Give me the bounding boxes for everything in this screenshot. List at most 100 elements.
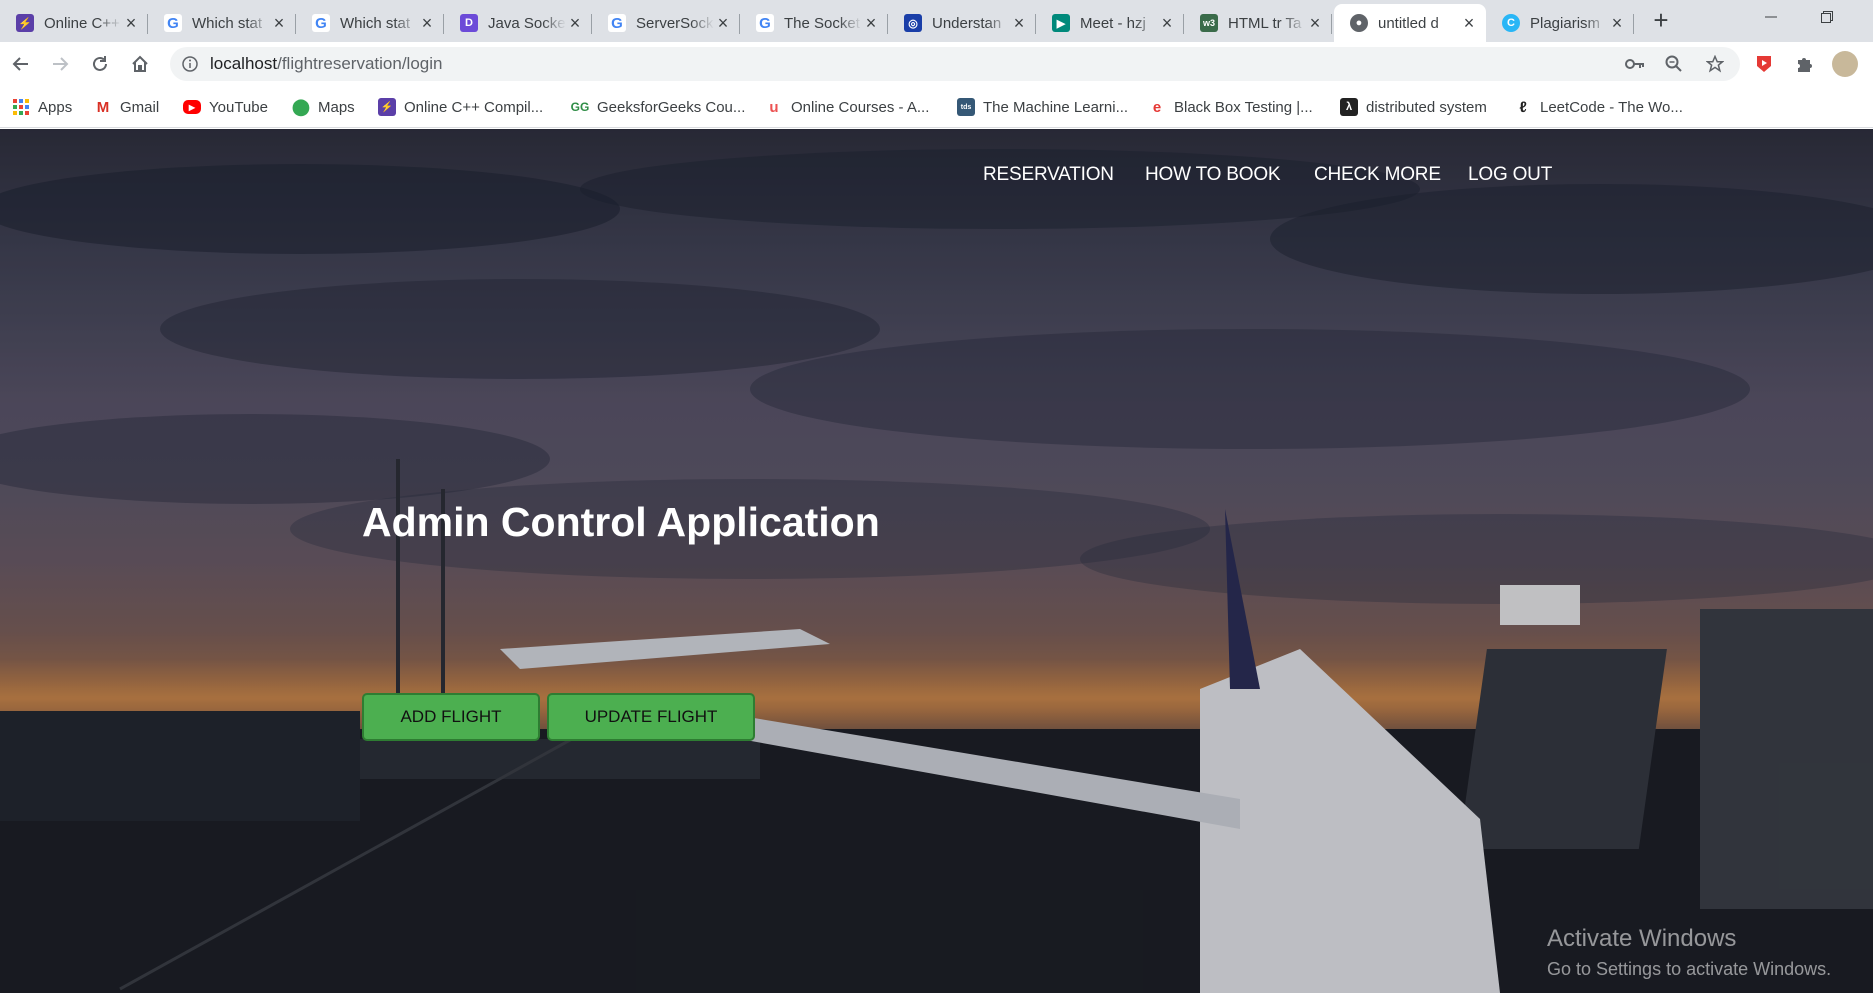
tab-title: Plagiarism (1530, 14, 1601, 32)
globe-icon: ● (1350, 14, 1368, 32)
d-logo-icon: D (460, 14, 478, 32)
browser-toolbar: localhost/flightreservation/login (0, 42, 1873, 87)
tab-title: HTML tr Ta (1228, 14, 1302, 32)
bookmark-label: LeetCode - The Wo... (1540, 98, 1683, 116)
browser-tab[interactable]: w3 HTML tr Ta × (1184, 4, 1332, 42)
extensions-puzzle-icon[interactable] (1793, 52, 1817, 76)
star-icon[interactable] (1705, 54, 1725, 74)
close-icon[interactable]: × (1010, 14, 1028, 32)
bookmark-label: The Machine Learni... (983, 98, 1129, 116)
bookmark-item[interactable]: Apps (12, 97, 72, 117)
close-icon[interactable]: × (1306, 14, 1324, 32)
close-icon[interactable]: × (1158, 14, 1176, 32)
browser-tab-active[interactable]: ● untitled d × (1334, 4, 1486, 42)
google-g-icon: G (608, 14, 626, 32)
bookmark-label: GeeksforGeeks Cou... (597, 98, 746, 116)
tds-icon: tds (957, 98, 975, 116)
tab-title: The Socket (784, 14, 860, 32)
back-button[interactable] (6, 49, 36, 79)
home-icon (132, 55, 148, 72)
browser-tab[interactable]: G ServerSock × (592, 4, 740, 42)
nav-reservation-link[interactable]: RESERVATION (983, 164, 1114, 186)
url-text[interactable]: localhost/flightreservation/login (210, 47, 442, 81)
youtube-icon: ▶ (183, 100, 201, 114)
key-icon[interactable] (1625, 54, 1645, 74)
restore-button[interactable] (1799, 0, 1855, 38)
target-icon: ◎ (904, 14, 922, 32)
bookmark-item[interactable]: M Gmail (94, 97, 159, 117)
update-flight-button[interactable]: UPDATE FLIGHT (547, 693, 755, 741)
leetcode-icon: ℓ (1514, 98, 1532, 116)
extension-shield-icon[interactable] (1752, 52, 1776, 76)
bookmark-item[interactable]: ▶ YouTube (183, 97, 268, 117)
close-icon[interactable]: × (714, 14, 732, 32)
new-tab-button[interactable]: + (1647, 6, 1675, 34)
close-icon[interactable]: × (122, 14, 140, 32)
close-icon[interactable]: × (1460, 14, 1478, 32)
close-icon[interactable]: × (1608, 14, 1626, 32)
tab-title: Which stat (192, 14, 263, 32)
browser-tab[interactable]: C Plagiarism × (1486, 4, 1634, 42)
bookmark-label: Gmail (120, 98, 160, 116)
bookmark-label: Black Box Testing |... (1174, 98, 1313, 116)
browser-tab[interactable]: ▶ Meet - hzj × (1036, 4, 1184, 42)
tab-title: Meet - hzj (1080, 14, 1146, 32)
address-bar[interactable]: localhost/flightreservation/login (170, 47, 1740, 81)
apps-grid-icon (12, 98, 30, 116)
page-title: Admin Control Application (362, 499, 880, 545)
close-icon[interactable]: × (566, 14, 584, 32)
info-icon[interactable] (180, 54, 200, 74)
bookmark-label: YouTube (209, 98, 268, 116)
activate-windows-subtitle: Go to Settings to activate Windows. (1547, 959, 1832, 979)
gfg-icon: GG (570, 98, 590, 116)
gmail-icon: M (94, 98, 112, 116)
home-button[interactable] (125, 49, 155, 79)
browser-tab[interactable]: D Java Socket × (444, 4, 592, 42)
bookmark-item[interactable]: e Black Box Testing |... (1148, 97, 1313, 117)
profile-avatar[interactable] (1832, 51, 1858, 77)
browser-tab[interactable]: ⚡ Online C++ × (0, 4, 148, 42)
tab-title: Understan (932, 14, 1002, 32)
browser-tab[interactable]: G Which stat × (296, 4, 444, 42)
reload-button[interactable] (85, 49, 115, 79)
nav-check-more-link[interactable]: CHECK MORE (1314, 164, 1441, 186)
bookmark-item[interactable]: u Online Courses - A... (765, 97, 929, 117)
nav-how-to-book-link[interactable]: HOW TO BOOK (1145, 164, 1281, 186)
zoom-icon[interactable] (1664, 54, 1684, 74)
close-icon[interactable]: × (862, 14, 880, 32)
tab-title: Which stat (340, 14, 411, 32)
arrow-right-icon (53, 57, 69, 71)
maps-pin-icon: ⬤ (292, 98, 310, 116)
hero-section: RESERVATION HOW TO BOOK CHECK MORE LOG O… (0, 129, 1873, 993)
bookmark-item[interactable]: ⬤ Maps (292, 97, 355, 117)
bookmark-item[interactable]: ℓ LeetCode - The Wo... (1514, 97, 1683, 117)
lightning-icon: ⚡ (16, 14, 34, 32)
browser-tab[interactable]: G Which stat × (148, 4, 296, 42)
bookmarks-bar: Apps M Gmail ▶ YouTube ⬤ Maps ⚡ Online C… (0, 87, 1873, 128)
reload-icon (93, 56, 107, 71)
add-flight-button[interactable]: ADD FLIGHT (362, 693, 540, 741)
lightning-icon: ⚡ (378, 98, 396, 116)
activate-windows-title: Activate Windows (1547, 925, 1737, 952)
close-icon[interactable]: × (418, 14, 436, 32)
forward-button[interactable] (45, 49, 75, 79)
bookmark-label: Apps (38, 98, 73, 116)
bookmark-item[interactable]: tds The Machine Learni... (957, 97, 1128, 117)
url-host: localhost (210, 54, 278, 73)
browser-tab[interactable]: G The Socket × (740, 4, 888, 42)
minimize-icon (1765, 16, 1777, 18)
nav-logout-link[interactable]: LOG OUT (1468, 164, 1552, 186)
bookmark-item[interactable]: GG GeeksforGeeks Cou... (571, 97, 745, 117)
tab-title: untitled d (1378, 14, 1439, 32)
browser-tab[interactable]: ◎ Understan × (888, 4, 1036, 42)
bookmark-item[interactable]: λ distributed system (1340, 97, 1487, 117)
tab-title: Java Socket (488, 14, 566, 32)
bookmark-label: Online Courses - A... (791, 98, 930, 116)
w3-icon: w3 (1200, 14, 1218, 32)
bookmark-item[interactable]: ⚡ Online C++ Compil... (378, 97, 543, 117)
tab-title: ServerSock (636, 14, 714, 32)
lambda-icon: λ (1340, 98, 1358, 116)
minimize-button[interactable] (1743, 0, 1799, 38)
close-icon[interactable]: × (270, 14, 288, 32)
tab-title: Online C++ (44, 14, 120, 32)
